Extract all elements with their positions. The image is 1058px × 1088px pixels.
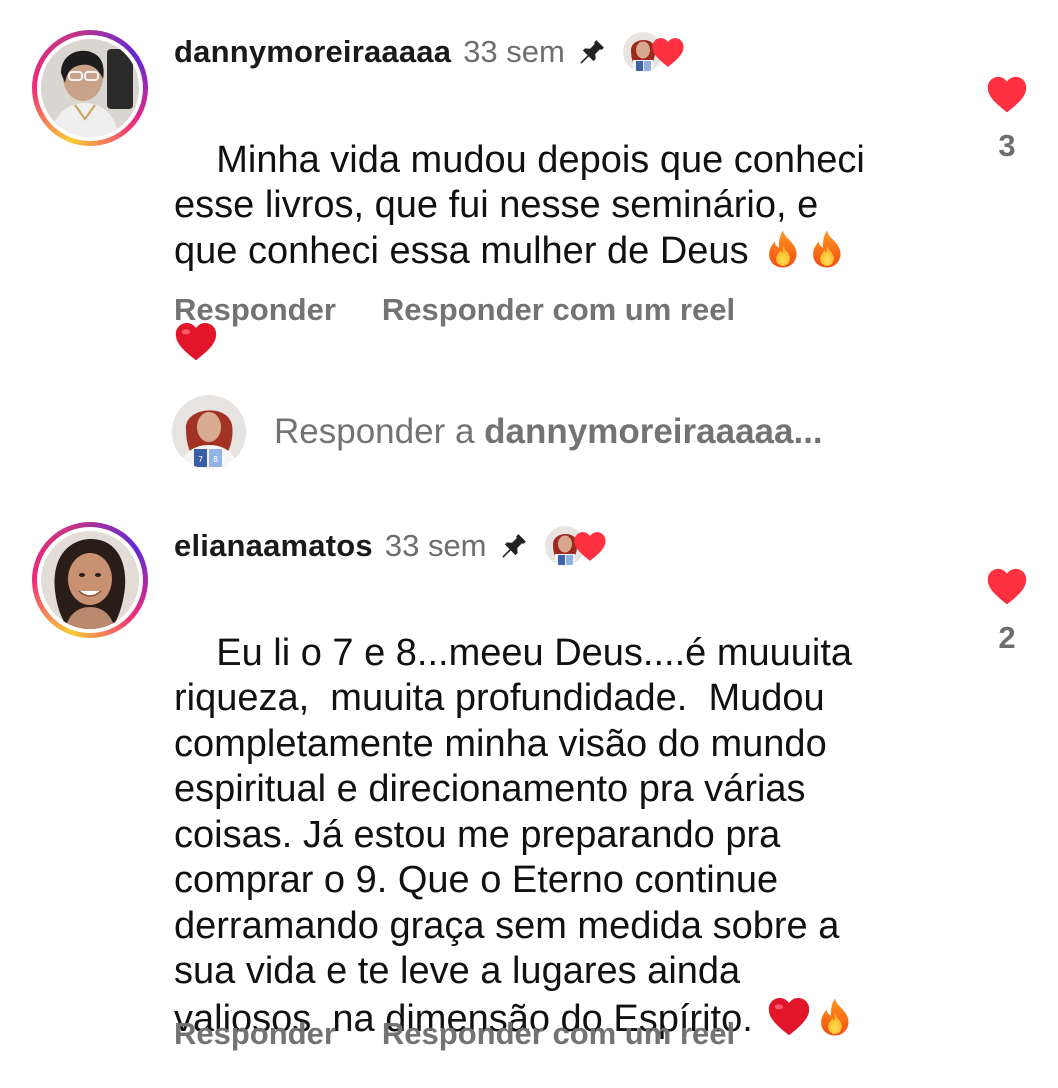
like-heart-icon[interactable] [986, 74, 1028, 114]
story-avatar[interactable] [32, 522, 148, 638]
story-avatar[interactable] [32, 30, 148, 146]
like-count: 3 [998, 128, 1016, 163]
creator-liked-indicator [542, 524, 609, 568]
user-photo-icon [41, 531, 139, 629]
creator-liked-indicator [620, 30, 687, 74]
reply-target: dannymoreiraaaaa... [484, 412, 823, 451]
like-heart-icon[interactable] [986, 566, 1028, 606]
comment-text: Minha vida mudou depois que conheci esse… [174, 138, 865, 272]
avatar [41, 39, 139, 137]
like-count: 2 [998, 620, 1016, 655]
comment-text: Eu li o 7 e 8...meeu Deus....é muuuita r… [174, 631, 853, 1040]
reply-with-reel-button[interactable]: Responder com um reel [382, 1016, 735, 1052]
fire-emoji-icon [815, 997, 855, 1037]
comment-body: Minha vida mudou depois que conheci esse… [174, 92, 914, 413]
heart-icon [573, 530, 607, 562]
pin-icon [499, 531, 529, 561]
user-photo-icon: 7 8 [172, 395, 246, 469]
comment-actions: Responder Responder com um reel [174, 1016, 735, 1052]
svg-text:7: 7 [198, 455, 203, 464]
user-photo-icon [41, 39, 139, 137]
username[interactable]: elianaamatos [174, 528, 373, 564]
fire-emoji-icon [763, 229, 803, 269]
fire-emoji-icon [807, 229, 847, 269]
reply-input-placeholder[interactable]: Responder a dannymoreiraaaaa... [274, 412, 823, 452]
comment-body: Eu li o 7 e 8...meeu Deus....é muuuita r… [174, 585, 914, 1088]
reply-with-reel-button[interactable]: Responder com um reel [382, 292, 735, 328]
timestamp: 33 sem [463, 34, 565, 69]
red-heart-emoji-icon [767, 995, 811, 1037]
pin-icon [577, 37, 607, 67]
svg-text:8: 8 [213, 455, 218, 464]
like-column: 2 [980, 566, 1034, 656]
reply-button[interactable]: Responder [174, 1016, 336, 1052]
heart-icon [651, 36, 685, 68]
comment-header: elianaamatos 33 sem [174, 524, 609, 568]
reply-button[interactable]: Responder [174, 292, 336, 328]
avatar [41, 531, 139, 629]
comment-actions: Responder Responder com um reel [174, 292, 735, 328]
reply-prefix: Responder a [274, 412, 485, 451]
like-column: 3 [980, 74, 1034, 164]
username[interactable]: dannymoreiraaaaa [174, 34, 451, 70]
comment-header: dannymoreiraaaaa 33 sem [174, 30, 687, 74]
reply-input-row[interactable]: 7 8 Responder a dannymoreiraaaaa... [172, 395, 823, 469]
current-user-avatar: 7 8 [172, 395, 246, 469]
timestamp: 33 sem [384, 528, 487, 563]
